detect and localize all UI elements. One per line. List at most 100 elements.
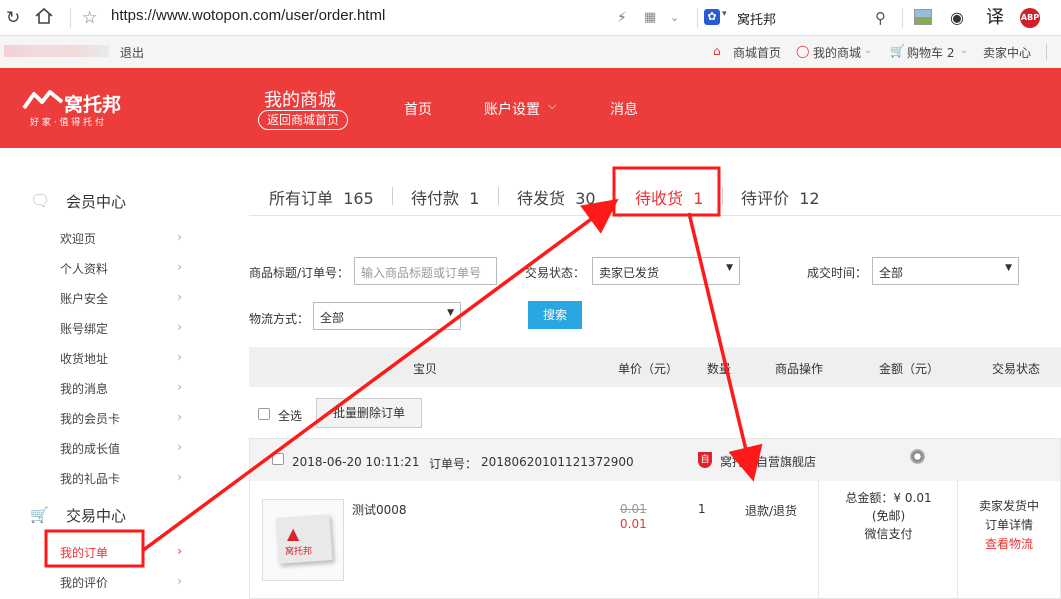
time-select[interactable]: 全部 ▼	[872, 257, 1019, 285]
product-thumbnail[interactable]: ▲ 窝托邦	[262, 499, 344, 581]
select-all-label: 全选	[278, 409, 303, 423]
sidebar-item-security[interactable]: 账户安全 ›	[60, 290, 190, 310]
bookmark-star-icon[interactable]: ☆	[82, 6, 97, 30]
tab-all-orders[interactable]: 所有订单 165	[269, 185, 374, 209]
lightning-icon[interactable]: ⚡	[617, 6, 627, 30]
order-number: 20180620101121372900	[481, 455, 634, 469]
sidebar-item-welcome[interactable]: 欢迎页 ›	[60, 230, 190, 250]
tab-pending-receipt[interactable]: 待收货 1	[635, 185, 703, 209]
refund-return-link[interactable]: 退款/退货	[745, 502, 797, 519]
nav-account-settings[interactable]: 账户设置	[484, 99, 540, 119]
translate-icon[interactable]: 译	[986, 6, 1004, 30]
sidebar-item-messages[interactable]: 我的消息 ›	[60, 380, 190, 400]
col-amount: 金额（元）	[879, 362, 940, 376]
search-icon[interactable]: ⚲	[875, 6, 886, 30]
tab-pending-review[interactable]: 待评价 12	[741, 185, 820, 209]
order-detail-link[interactable]: 订单详情	[958, 516, 1060, 535]
shipping-note: (免邮)	[871, 509, 906, 523]
sidebar-section-member: 会员中心	[66, 193, 127, 211]
browser-toolbar: ↻ ☆ https://www.wotopon.com/user/order.h…	[0, 0, 1061, 36]
col-product-actions: 商品操作	[775, 362, 824, 376]
chevron-right-icon: ›	[177, 380, 182, 394]
divider	[392, 187, 393, 205]
adblock-icon[interactable]: ABP	[1020, 8, 1040, 28]
chevron-right-icon: ›	[177, 230, 182, 244]
nav-home[interactable]: 首页	[404, 99, 432, 119]
image-ext-icon[interactable]	[914, 9, 932, 25]
col-product: 宝贝	[413, 362, 438, 376]
tab-pending-payment[interactable]: 待付款 1	[411, 185, 479, 209]
logout-link[interactable]: 退出	[120, 44, 144, 61]
col-quantity: 数量	[707, 362, 732, 376]
chevron-right-icon: ›	[177, 440, 182, 454]
chevron-right-icon: ›	[177, 544, 182, 558]
logo-text: 窝托邦	[64, 94, 122, 116]
thumb-text: 窝托邦	[285, 547, 313, 557]
thumb-logo-icon: ▲	[287, 524, 300, 543]
order-card: 2018-06-20 10:11:21 订单号： 201806201011213…	[249, 438, 1061, 599]
sidebar-item-label: 我的订单	[60, 546, 109, 560]
trade-status: 卖家发货中	[978, 499, 1039, 513]
site-logo[interactable]: 窝托邦 好 家 · 值 得 托 付	[22, 84, 132, 130]
product-name-link[interactable]: 测试0008	[352, 501, 407, 518]
chevron-down-icon[interactable]: ⌵	[548, 99, 556, 113]
shipping-select[interactable]: 全部 ▼	[313, 302, 461, 330]
sidebar-item-label: 我的消息	[60, 382, 109, 396]
select-all-checkbox[interactable]	[258, 408, 270, 420]
status-filter-label: 交易状态：	[525, 266, 586, 280]
address-bar[interactable]: https://www.wotopon.com/user/order.html	[111, 7, 385, 24]
seller-center-link[interactable]: 卖家中心	[983, 44, 1031, 61]
sidebar-item-member-card[interactable]: 我的会员卡 ›	[60, 410, 190, 430]
chevron-right-icon: ›	[177, 290, 182, 304]
nav-messages[interactable]: 消息	[610, 99, 638, 119]
dropdown-arrow-icon: ▼	[726, 263, 733, 273]
shop-name-link[interactable]: 窝托邦自营旗舰店	[720, 453, 816, 470]
qrcode-icon[interactable]: ▦	[644, 6, 656, 30]
order-checkbox[interactable]	[272, 453, 284, 465]
search-engine-label[interactable]: 窝托邦	[737, 9, 776, 28]
unit-price: 0.01	[620, 517, 647, 531]
user-topbar: 退出 ⌂ 商城首页 ◯ 我的商城 ⌄ 🛒 购物车 2 ⌄ 卖家中心	[0, 36, 1061, 68]
status-cell: 卖家发货中 订单详情 查看物流	[958, 497, 1060, 554]
tab-pending-shipment[interactable]: 待发货 30	[517, 185, 596, 209]
refresh-icon[interactable]: ↻	[6, 6, 20, 30]
order-table-header: 宝贝 单价（元） 数量 商品操作 金额（元） 交易状态	[249, 347, 1061, 387]
sidebar-item-label: 收货地址	[60, 352, 109, 366]
time-filter-label: 成交时间：	[807, 266, 868, 280]
sidebar-item-label: 我的成长值	[60, 442, 121, 456]
chevron-down-icon: ⌄	[960, 46, 968, 56]
order-number-label: 订单号：	[429, 457, 478, 471]
divider	[498, 187, 499, 205]
bulk-delete-button[interactable]: 批量删除订单	[316, 398, 422, 428]
baidu-paw-icon[interactable]: ✿	[704, 9, 720, 25]
sidebar-section-trade: 交易中心	[66, 507, 127, 525]
page-title: 我的商城	[264, 90, 336, 111]
my-mall-link[interactable]: 我的商城	[813, 44, 861, 61]
user-icon: ◯	[796, 44, 810, 58]
status-select[interactable]: 卖家已发货 ▼	[592, 257, 740, 285]
divider	[1046, 44, 1047, 60]
sidebar-item-binding[interactable]: 账号绑定 ›	[60, 320, 190, 340]
ext-dropdown-icon[interactable]: ▾	[722, 9, 727, 19]
divider	[722, 187, 723, 205]
total-amount: 总金额：¥ 0.01	[845, 491, 932, 505]
home-icon[interactable]	[34, 6, 54, 33]
mall-home-link[interactable]: 商城首页	[733, 44, 781, 61]
sidebar-item-growth[interactable]: 我的成长值 ›	[60, 440, 190, 460]
title-search-input[interactable]: 输入商品标题或订单号	[354, 257, 497, 285]
chevron-down-icon[interactable]: ⌄	[670, 6, 679, 30]
cart-link[interactable]: 购物车 2	[907, 44, 954, 61]
view-logistics-link[interactable]: 查看物流	[958, 535, 1060, 554]
col-trade-status: 交易状态	[992, 362, 1041, 376]
sidebar-item-profile[interactable]: 个人资料 ›	[60, 260, 190, 280]
sidebar-item-my-orders[interactable]: 我的订单 ›	[60, 544, 190, 564]
sidebar-item-my-reviews[interactable]: 我的评价 ›	[60, 574, 190, 594]
weibo-icon[interactable]: ◉	[950, 6, 964, 30]
sidebar-item-gift-card[interactable]: 我的礼品卡 ›	[60, 470, 190, 490]
sidebar: 🗨 会员中心 欢迎页 › 个人资料 › 账户安全 › 账号绑定 › 收货地址 › 我的消息…	[0, 163, 209, 599]
title-filter-label: 商品标题/订单号：	[249, 266, 350, 280]
back-to-mall-button[interactable]: 返回商城首页	[258, 110, 349, 130]
sidebar-item-address[interactable]: 收货地址 ›	[60, 350, 190, 370]
search-button[interactable]: 搜索	[528, 301, 582, 329]
chat-service-icon[interactable]	[910, 449, 925, 464]
